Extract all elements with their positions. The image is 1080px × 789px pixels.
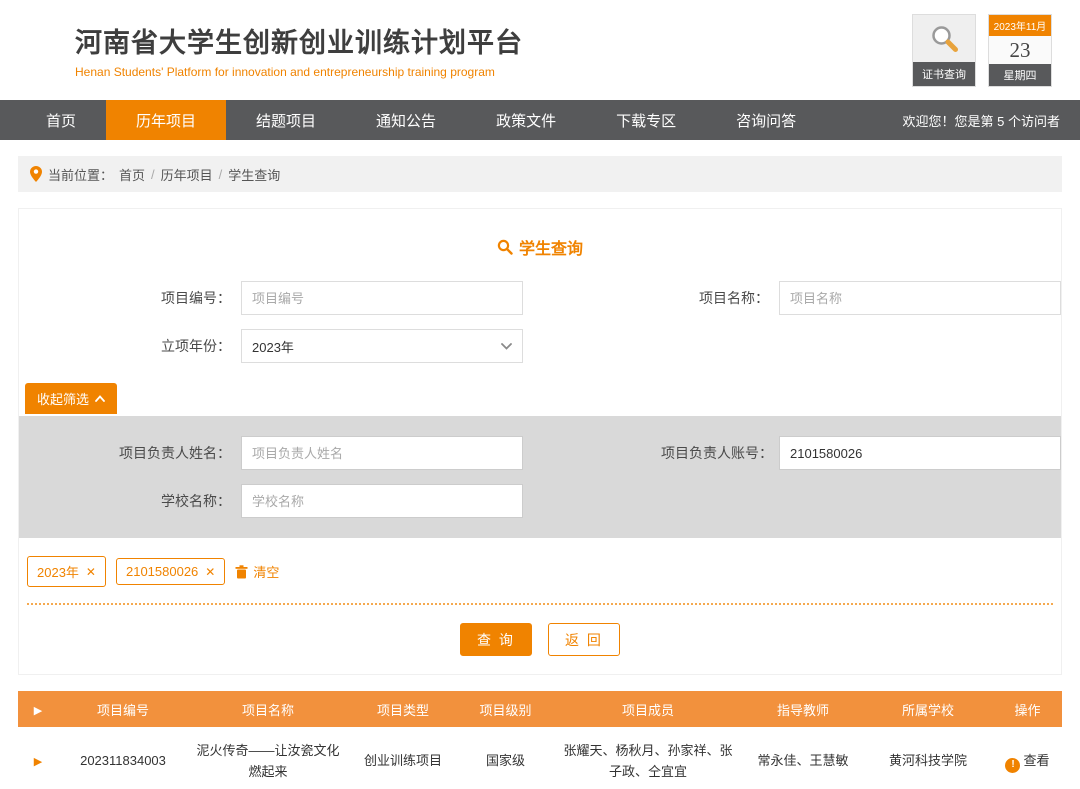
active-filter-tags: 2023年 ✕ 2101580026 ✕ 清空	[27, 556, 1061, 587]
col-header-project-no: 项目编号	[58, 691, 188, 727]
filter-tag-account-text: 2101580026	[126, 564, 198, 579]
breadcrumb: 当前位置： 首页 / 历年项目 / 学生查询	[18, 156, 1062, 192]
project-no-input[interactable]	[241, 281, 523, 315]
collapse-filter-button[interactable]: 收起筛选	[25, 383, 117, 414]
col-header-teachers: 指导教师	[743, 691, 863, 727]
header-widgets: 证书查询 2023年11月 23 星期四	[912, 14, 1052, 87]
cell-project-no: 202311834003	[58, 727, 188, 789]
clear-filters-label: 清空	[253, 562, 279, 581]
nav-item-completed-projects[interactable]: 结题项目	[226, 100, 346, 140]
nav-item-qa[interactable]: 咨询问答	[706, 100, 826, 140]
project-no-label: 项目编号：	[19, 288, 241, 308]
project-name-input[interactable]	[779, 281, 1061, 315]
year-select-value: 2023年	[252, 337, 294, 356]
nav-item-past-projects[interactable]: 历年项目	[106, 100, 226, 140]
cell-project-level: 国家级	[458, 727, 553, 789]
col-header-school: 所属学校	[863, 691, 993, 727]
col-header-project-type: 项目类型	[348, 691, 458, 727]
calendar-widget: 2023年11月 23 星期四	[988, 14, 1052, 87]
nav-item-downloads[interactable]: 下载专区	[586, 100, 706, 140]
leader-account-label: 项目负责人账号：	[661, 443, 779, 463]
leader-name-input[interactable]	[241, 436, 523, 470]
cell-project-name: 泥火传奇——让汝瓷文化燃起来	[188, 727, 348, 789]
year-label: 立项年份：	[19, 336, 241, 356]
student-query-card: 学生查询 项目编号： 项目名称： 立项年份： 2023年 收起筛选	[18, 208, 1062, 675]
leader-name-label: 项目负责人姓名：	[19, 443, 241, 463]
section-title: 学生查询	[19, 209, 1061, 281]
project-name-label: 项目名称：	[661, 288, 779, 308]
nav-item-announcements[interactable]: 通知公告	[346, 100, 466, 140]
chevron-up-icon	[95, 395, 105, 402]
location-pin-icon	[30, 166, 42, 182]
breadcrumb-separator: /	[219, 167, 223, 182]
school-label: 学校名称：	[19, 491, 241, 511]
col-header-members: 项目成员	[553, 691, 743, 727]
breadcrumb-wrap: 当前位置： 首页 / 历年项目 / 学生查询	[0, 140, 1080, 192]
collapse-filter-label: 收起筛选	[37, 389, 89, 408]
col-header-actions: 操作	[993, 691, 1062, 727]
breadcrumb-student-query: 学生查询	[228, 165, 280, 184]
cell-members: 张耀天、杨秋月、孙家祥、张子政、仝宜宜	[553, 727, 743, 789]
certificate-query-label: 证书查询	[913, 62, 975, 86]
cell-project-type: 创业训练项目	[348, 727, 458, 789]
leader-account-field-group: 项目负责人账号：	[661, 436, 1061, 470]
certificate-query-button[interactable]: 证书查询	[912, 14, 976, 87]
filter-tag-year-text: 2023年	[37, 562, 79, 581]
section-title-text: 学生查询	[519, 235, 583, 259]
site-subtitle: Henan Students' Platform for innovation …	[75, 65, 523, 79]
project-no-field-group: 项目编号：	[19, 281, 523, 315]
school-input[interactable]	[241, 484, 523, 518]
expand-row-icon[interactable]: ▶	[34, 756, 42, 768]
cell-school: 黄河科技学院	[863, 727, 993, 789]
calendar-day: 23	[989, 36, 1051, 64]
brand-block: 河南省大学生创新创业训练计划平台 Henan Students' Platfor…	[75, 21, 523, 79]
col-header-project-level: 项目级别	[458, 691, 553, 727]
cell-teachers: 常永佳、王慧敏	[743, 727, 863, 789]
main-nav: 首页 历年项目 结题项目 通知公告 政策文件 下载专区 咨询问答 欢迎您！您是第…	[0, 100, 1080, 140]
leader-name-field-group: 项目负责人姓名：	[19, 436, 523, 470]
chevron-down-icon	[501, 343, 512, 350]
view-button[interactable]: !查看	[993, 727, 1062, 789]
project-name-field-group: 项目名称：	[661, 281, 1061, 315]
expand-all-icon[interactable]: ▶	[34, 705, 42, 717]
view-icon: !	[1005, 758, 1020, 773]
table-header-row: ▶ 项目编号 项目名称 项目类型 项目级别 项目成员 指导教师 所属学校 操作	[18, 691, 1062, 727]
search-icon	[497, 239, 513, 255]
clear-filters-button[interactable]: 清空	[235, 562, 279, 581]
nav-item-home[interactable]: 首页	[16, 100, 106, 140]
filter-tag-account[interactable]: 2101580026 ✕	[116, 558, 225, 585]
site-title: 河南省大学生创新创业训练计划平台	[75, 21, 523, 60]
form-actions: 查 询 返 回	[19, 623, 1061, 656]
calendar-weekday: 星期四	[989, 64, 1051, 86]
breadcrumb-separator: /	[151, 167, 155, 182]
nav-item-policy-documents[interactable]: 政策文件	[466, 100, 586, 140]
school-field-group: 学校名称：	[19, 484, 523, 518]
filter-tag-year[interactable]: 2023年 ✕	[27, 556, 106, 587]
table-row: ▶ 202311834003 泥火传奇——让汝瓷文化燃起来 创业训练项目 国家级…	[18, 727, 1062, 789]
back-button[interactable]: 返 回	[548, 623, 620, 656]
leader-account-input[interactable]	[779, 436, 1061, 470]
magnifier-icon	[913, 15, 975, 62]
year-field-group: 立项年份： 2023年	[19, 329, 523, 363]
dotted-divider	[27, 603, 1053, 605]
remove-tag-icon[interactable]: ✕	[86, 565, 96, 579]
site-header: 河南省大学生创新创业训练计划平台 Henan Students' Platfor…	[0, 0, 1080, 100]
advanced-filter-panel: 项目负责人姓名： 项目负责人账号： 学校名称：	[19, 416, 1061, 538]
calendar-month: 2023年11月	[989, 15, 1051, 36]
view-button-label: 查看	[1023, 753, 1049, 768]
welcome-visitor-text: 欢迎您！您是第 5 个访问者	[903, 100, 1080, 140]
breadcrumb-home[interactable]: 首页	[119, 165, 145, 184]
results-table: ▶ 项目编号 项目名称 项目类型 项目级别 项目成员 指导教师 所属学校 操作 …	[18, 691, 1062, 789]
breadcrumb-past-projects[interactable]: 历年项目	[161, 165, 213, 184]
query-button[interactable]: 查 询	[460, 623, 532, 656]
remove-tag-icon[interactable]: ✕	[205, 565, 215, 579]
trash-icon	[235, 565, 248, 579]
year-select[interactable]: 2023年	[241, 329, 523, 363]
breadcrumb-prefix: 当前位置：	[48, 165, 113, 184]
col-header-project-name: 项目名称	[188, 691, 348, 727]
